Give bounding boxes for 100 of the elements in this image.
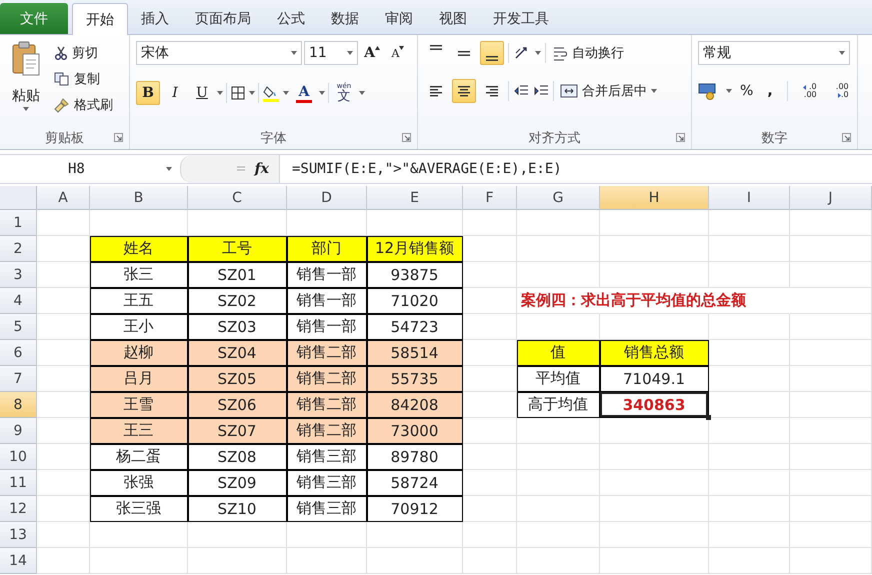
table-cell: 71020 — [367, 288, 463, 314]
table-cell: 340863 — [600, 392, 709, 418]
vertical-align-button[interactable] — [480, 41, 504, 65]
align-top-icon — [430, 45, 442, 50]
row-header[interactable]: 11 — [0, 470, 37, 496]
row-header[interactable]: 9 — [0, 418, 37, 444]
paste-label[interactable]: 粘贴 — [12, 87, 40, 105]
caret-icon — [359, 91, 365, 95]
ribbon-tab[interactable]: 数据 — [318, 3, 372, 34]
align-right-icon — [486, 86, 498, 96]
currency-icon[interactable] — [698, 82, 718, 100]
row-header[interactable]: 5 — [0, 314, 37, 340]
ribbon-tab[interactable]: 页面布局 — [182, 3, 264, 34]
clipboard-command[interactable]: 复制 — [52, 67, 115, 91]
grip-icon — [236, 166, 245, 172]
launcher-icon[interactable] — [402, 133, 411, 142]
column-header[interactable]: I — [709, 186, 790, 210]
ribbon-tab[interactable]: 文件 — [0, 3, 68, 34]
ribbon-tab[interactable]: 公式 — [264, 3, 318, 34]
merge-center-button[interactable]: 合并后居中 — [558, 79, 659, 103]
insert-function-button[interactable]: fx — [254, 161, 269, 177]
table-cell: SZ05 — [188, 366, 287, 392]
group-title: 剪贴板 — [45, 130, 84, 147]
align-bottom-icon — [486, 56, 498, 61]
row-header[interactable]: 3 — [0, 262, 37, 288]
ribbon-tab[interactable]: 审阅 — [372, 3, 426, 34]
increase-decimal-button[interactable]: .0 .00 — [796, 79, 820, 103]
comma-button[interactable]: , — [761, 83, 779, 99]
clipboard-command[interactable]: 格式刷 — [52, 93, 115, 117]
row-header[interactable]: 13 — [0, 522, 37, 548]
ribbon-tab[interactable]: 视图 — [426, 3, 480, 34]
group-title: 对齐方式 — [528, 130, 580, 147]
table-cell: 王小 — [90, 314, 188, 340]
table-cell: 54723 — [367, 314, 463, 340]
column-header[interactable]: A — [37, 186, 90, 210]
name-box[interactable]: H8 — [0, 155, 180, 183]
row-header[interactable]: 7 — [0, 366, 37, 392]
table-cell: 销售三部 — [287, 444, 367, 470]
column-header[interactable]: H — [600, 186, 709, 210]
row-header[interactable]: 10 — [0, 444, 37, 470]
shrink-font-button[interactable]: A — [386, 41, 410, 65]
font-size-select[interactable]: 11 — [304, 41, 358, 65]
italic-button[interactable]: I — [163, 81, 187, 105]
table-cell: 58724 — [367, 470, 463, 496]
caret-icon — [217, 91, 223, 95]
align-middle-icon — [458, 50, 470, 56]
launcher-icon[interactable] — [676, 133, 685, 142]
row-header[interactable]: 6 — [0, 340, 37, 366]
table-cell: 销售三部 — [287, 496, 367, 522]
fill-handle[interactable] — [706, 415, 711, 420]
percent-button[interactable]: % — [740, 83, 754, 99]
launcher-icon[interactable] — [842, 133, 851, 142]
table-cell: 58514 — [367, 340, 463, 366]
row-header[interactable]: 12 — [0, 496, 37, 522]
font-color-button[interactable]: A — [292, 81, 316, 105]
table-cell: SZ01 — [188, 262, 287, 288]
table-cell: 销售总额 — [600, 340, 709, 366]
column-header[interactable]: D — [287, 186, 367, 210]
column-header[interactable]: C — [188, 186, 287, 210]
number-format-select[interactable]: 常规 — [698, 41, 850, 65]
underline-button[interactable]: U — [190, 81, 214, 105]
table-cell: 70912 — [367, 496, 463, 522]
table-cell: 73000 — [367, 418, 463, 444]
table-cell: 销售二部 — [287, 392, 367, 418]
row-header[interactable]: 1 — [0, 210, 37, 236]
wrap-text-icon — [552, 45, 568, 61]
horizontal-align-button[interactable] — [452, 79, 476, 103]
table-cell: 销售二部 — [287, 340, 367, 366]
table-cell: 吕月 — [90, 366, 188, 392]
paintbrush-icon — [54, 97, 70, 113]
column-header[interactable]: E — [367, 186, 463, 210]
table-cell: 部门 — [287, 236, 367, 262]
caret-icon — [283, 91, 289, 95]
grow-font-button[interactable]: A — [360, 41, 384, 65]
column-header[interactable]: B — [90, 186, 188, 210]
ribbon-tab[interactable]: 开始 — [72, 3, 128, 35]
caret-icon — [166, 167, 172, 171]
decrease-decimal-button[interactable]: .00 .0 — [828, 79, 852, 103]
fill-color-icon[interactable] — [262, 84, 280, 102]
caret-icon — [249, 91, 255, 95]
column-header[interactable]: F — [463, 186, 517, 210]
table-cell: 84208 — [367, 392, 463, 418]
clipboard-command[interactable]: 剪切 — [52, 41, 115, 65]
row-header[interactable]: 14 — [0, 548, 37, 574]
bold-button[interactable]: B — [136, 81, 160, 105]
table-cell: SZ03 — [188, 314, 287, 340]
launcher-icon[interactable] — [114, 133, 123, 142]
row-header[interactable]: 4 — [0, 288, 37, 314]
caret-icon — [319, 91, 325, 95]
ribbon-tab[interactable]: 插入 — [128, 3, 182, 34]
wrap-text-button[interactable]: 自动换行 — [550, 41, 626, 65]
row-header[interactable]: 8 — [0, 392, 37, 418]
formula-input[interactable]: =SUMIF(E:E,">"&AVERAGE(E:E),E:E) — [280, 155, 872, 183]
ribbon-tab[interactable]: 开发工具 — [480, 3, 562, 34]
font-name-select[interactable]: 宋体 — [136, 41, 302, 65]
column-header[interactable]: G — [517, 186, 600, 210]
column-header[interactable]: J — [790, 186, 872, 210]
clipboard-icon[interactable] — [11, 41, 41, 77]
row-header[interactable]: 2 — [0, 236, 37, 262]
borders-icon[interactable] — [230, 85, 246, 101]
